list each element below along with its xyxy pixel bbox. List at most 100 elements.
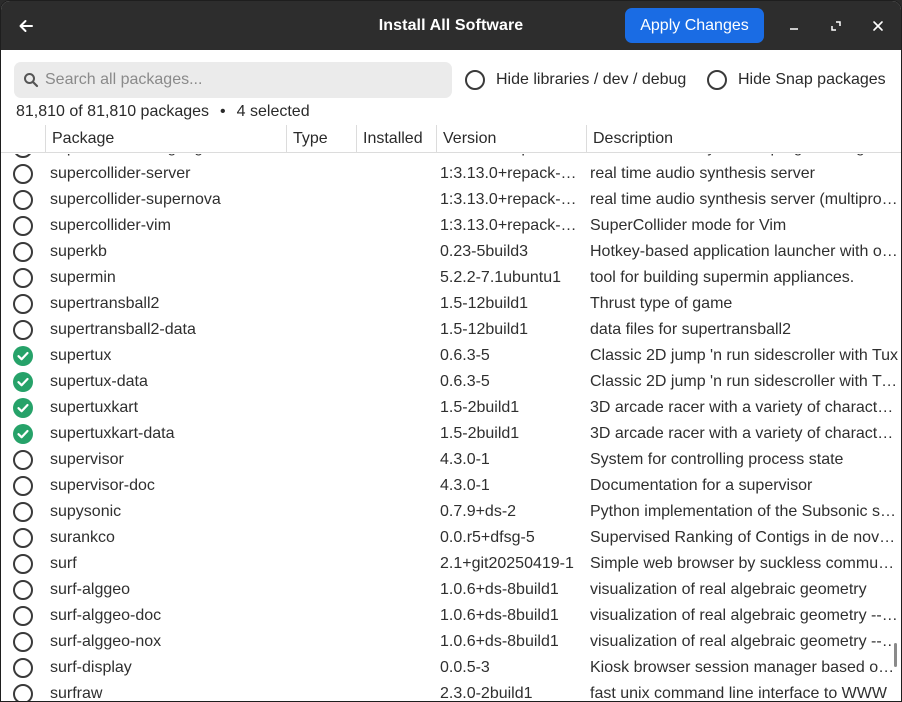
minimize-icon xyxy=(790,28,798,30)
unchecked-checkbox[interactable] xyxy=(13,632,33,652)
table-row[interactable]: supercollider-vim 1:3.13.0+repack-3build2… xyxy=(1,213,901,239)
package-version: 0.23-5build3 xyxy=(440,243,529,260)
hide-libraries-label: Hide libraries / dev / debug xyxy=(496,71,687,88)
column-header-type[interactable]: Type xyxy=(286,125,356,153)
package-name: supertransball2 xyxy=(50,295,160,312)
package-name: surf-display xyxy=(50,659,132,676)
package-version: 1:3.13.0+repack-3build2 xyxy=(440,154,581,161)
minimize-button[interactable] xyxy=(780,12,808,40)
table-row[interactable]: surankco 0.0.r5+dfsg-5 Supervised Ranking … xyxy=(1,525,901,551)
checked-checkbox[interactable] xyxy=(13,372,33,392)
package-version: 1.0.6+ds-8build1 xyxy=(440,607,559,624)
table-row[interactable]: supysonic 0.7.9+ds-2 Python implementation… xyxy=(1,499,901,525)
checkmark-icon xyxy=(17,429,29,439)
unchecked-checkbox[interactable] xyxy=(13,554,33,574)
package-version: 1.5-2build1 xyxy=(440,425,520,442)
checkmark-icon xyxy=(17,403,29,413)
table-row[interactable]: supermin 5.2.2-7.1ubuntu1 tool for buildin… xyxy=(1,265,901,291)
package-name: supertux xyxy=(50,347,112,364)
apply-changes-button[interactable]: Apply Changes xyxy=(625,8,764,43)
table-row[interactable]: surf-alggeo-doc 1.0.6+ds-8build1 visualiza… xyxy=(1,603,901,629)
package-description: Kiosk browser session manager based on s… xyxy=(590,659,899,676)
package-version: 1.5-12build1 xyxy=(440,295,529,312)
package-version: 0.6.3-5 xyxy=(440,347,490,364)
column-header-version[interactable]: Version xyxy=(436,125,586,153)
search-input[interactable] xyxy=(45,71,435,89)
table-row[interactable]: surfraw 2.3.0-2build1 fast unix command li… xyxy=(1,681,901,702)
unchecked-checkbox[interactable] xyxy=(13,450,33,470)
search-field[interactable] xyxy=(14,62,452,98)
package-description: real time audio synthesis programming la… xyxy=(590,154,899,161)
unchecked-checkbox[interactable] xyxy=(13,242,33,262)
package-description: fast unix command line interface to WWW xyxy=(590,685,887,702)
table-row[interactable]: supercollider-server 1:3.13.0+repack-3bui… xyxy=(1,161,901,187)
checked-checkbox[interactable] xyxy=(13,346,33,366)
package-name: surf-alggeo xyxy=(50,581,131,598)
column-header-package[interactable]: Package xyxy=(45,125,286,153)
table-row[interactable]: supercollider-language 1:3.13.0+repack-3b… xyxy=(1,154,901,161)
table-row[interactable]: supervisor-doc 4.3.0-1 Documentation for a… xyxy=(1,473,901,499)
unchecked-checkbox[interactable] xyxy=(13,190,33,210)
table-row[interactable]: surf 2.1+git20250419-1 Simple web browser … xyxy=(1,551,901,577)
unchecked-checkbox[interactable] xyxy=(13,164,33,184)
unchecked-checkbox[interactable] xyxy=(13,320,33,340)
checked-checkbox[interactable] xyxy=(13,398,33,418)
close-button[interactable] xyxy=(864,12,892,40)
package-description: real time audio synthesis server xyxy=(590,165,815,182)
table-row[interactable]: supertransball2 1.5-12build1 Thrust type o… xyxy=(1,291,901,317)
table-row[interactable]: supertransball2-data 1.5-12build1 data fil… xyxy=(1,317,901,343)
package-version: 1.5-12build1 xyxy=(440,321,529,338)
table-row[interactable]: supertux-data 0.6.3-5 Classic 2D jump 'n r… xyxy=(1,369,901,395)
package-name: supercollider-supernova xyxy=(50,191,221,208)
hide-snap-toggle[interactable]: Hide Snap packages xyxy=(707,68,886,92)
scrollbar[interactable] xyxy=(894,643,897,667)
package-name: supysonic xyxy=(50,503,122,520)
package-version: 0.0.r5+dfsg-5 xyxy=(440,529,535,546)
table-row[interactable]: surf-alggeo-nox 1.0.6+ds-8build1 visualiza… xyxy=(1,629,901,655)
table-row[interactable]: supercollider-supernova 1:3.13.0+repack-3… xyxy=(1,187,901,213)
table-row[interactable]: supertuxkart-data 1.5-2build1 3D arcade ra… xyxy=(1,421,901,447)
table-row[interactable]: supervisor 4.3.0-1 System for controlling … xyxy=(1,447,901,473)
unchecked-checkbox[interactable] xyxy=(13,502,33,522)
package-description: Documentation for a supervisor xyxy=(590,477,813,494)
package-description: tool for building supermin appliances. xyxy=(590,269,855,286)
unchecked-checkbox[interactable] xyxy=(13,658,33,678)
unchecked-checkbox[interactable] xyxy=(13,580,33,600)
package-name: supertux-data xyxy=(50,373,148,390)
table-row[interactable]: supertux 0.6.3-5 Classic 2D jump 'n run si… xyxy=(1,343,901,369)
maximize-button[interactable] xyxy=(822,12,850,40)
package-description: 3D arcade racer with a variety of charac… xyxy=(590,399,899,416)
column-header-select[interactable] xyxy=(1,125,45,153)
package-name: supertuxkart-data xyxy=(50,425,175,442)
column-header-installed[interactable]: Installed xyxy=(356,125,436,153)
app-window: Install All Software Apply Changes Hide … xyxy=(0,0,902,702)
column-header-description[interactable]: Description xyxy=(586,125,901,153)
package-list[interactable]: supercollider-language 1:3.13.0+repack-3b… xyxy=(1,154,901,702)
table-row[interactable]: surf-alggeo 1.0.6+ds-8build1 visualization… xyxy=(1,577,901,603)
package-name: supertransball2-data xyxy=(50,321,196,338)
unchecked-checkbox[interactable] xyxy=(13,154,33,158)
unchecked-checkbox[interactable] xyxy=(13,294,33,314)
unchecked-checkbox[interactable] xyxy=(13,606,33,626)
table-row[interactable]: supertuxkart 1.5-2build1 3D arcade racer w… xyxy=(1,395,901,421)
hide-snap-label: Hide Snap packages xyxy=(738,71,886,88)
unchecked-checkbox[interactable] xyxy=(13,476,33,496)
package-description: visualization of real algebraic geometry xyxy=(590,581,867,598)
hide-libraries-toggle[interactable]: Hide libraries / dev / debug xyxy=(465,68,686,92)
table-row[interactable]: superkb 0.23-5build3 Hotkey-based applicat… xyxy=(1,239,901,265)
package-description: Thrust type of game xyxy=(590,295,733,312)
table-row[interactable]: surf-display 0.0.5-3 Kiosk browser session… xyxy=(1,655,901,681)
package-name: supertuxkart xyxy=(50,399,139,416)
package-version: 2.3.0-2build1 xyxy=(440,685,533,702)
hide-snap-checkbox[interactable] xyxy=(707,70,727,90)
package-version: 4.3.0-1 xyxy=(440,451,490,468)
package-version: 1:3.13.0+repack-3build2 xyxy=(440,165,581,182)
back-button[interactable] xyxy=(11,11,41,41)
unchecked-checkbox[interactable] xyxy=(13,684,33,701)
unchecked-checkbox[interactable] xyxy=(13,268,33,288)
hide-libraries-checkbox[interactable] xyxy=(465,70,485,90)
unchecked-checkbox[interactable] xyxy=(13,528,33,548)
unchecked-checkbox[interactable] xyxy=(13,216,33,236)
checked-checkbox[interactable] xyxy=(13,424,33,444)
package-name: supermin xyxy=(50,269,116,286)
